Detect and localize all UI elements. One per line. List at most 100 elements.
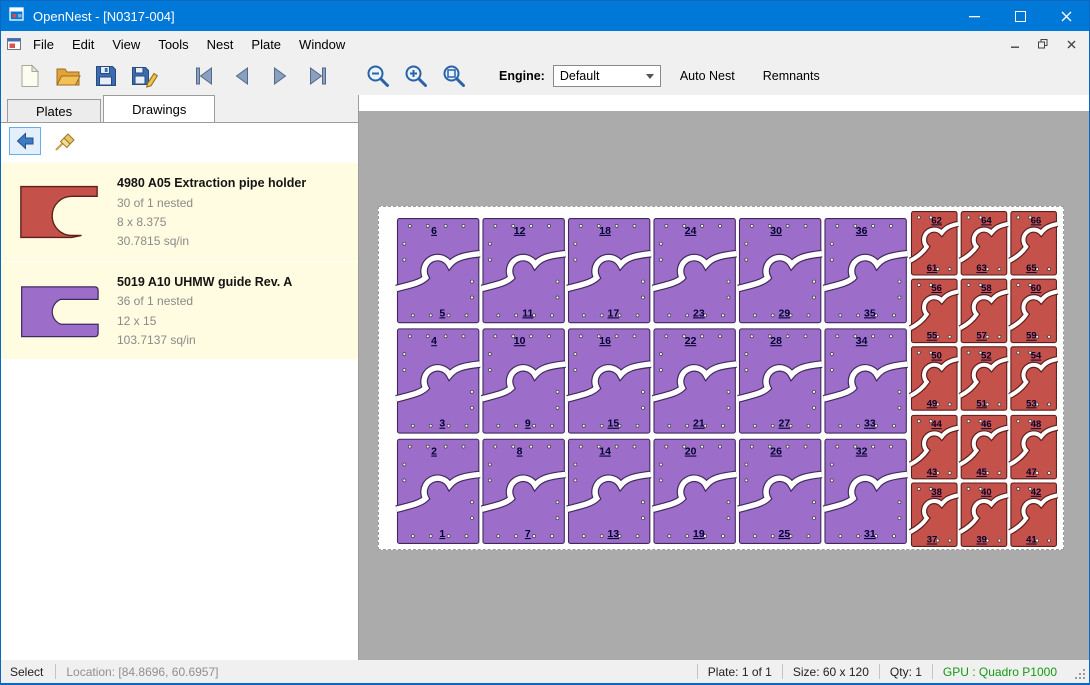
mdi-minimize-button[interactable] (1003, 34, 1027, 54)
part-cell[interactable]: 109 (482, 329, 566, 433)
menu-edit[interactable]: Edit (63, 33, 103, 56)
drawings-panel: 4980 A05 Extraction pipe holder 30 of 1 … (1, 122, 358, 660)
part-cell[interactable]: 65 (396, 219, 480, 323)
red-part-thumbnail (11, 171, 107, 251)
minimize-icon (969, 11, 980, 22)
save-button[interactable] (89, 60, 123, 92)
plate-drawing[interactable]: 6512111817242330293635431091615222128273… (379, 207, 1063, 549)
mdi-restore-button[interactable] (1031, 34, 1055, 54)
maximize-button[interactable] (997, 1, 1043, 31)
part-cell[interactable]: 21 (396, 439, 480, 543)
part-number: 30 (770, 226, 782, 237)
part-cell[interactable]: 4645 (960, 415, 1008, 478)
part-cell[interactable]: 1413 (567, 439, 651, 543)
drawing-list: 4980 A05 Extraction pipe holder 30 of 1 … (1, 163, 358, 660)
app-window: OpenNest - [N0317-004] File Edit View To… (0, 0, 1090, 685)
nav-next-button[interactable] (263, 60, 297, 92)
drawing-area: 103.7137 sq/in (117, 332, 292, 349)
status-gpu: GPU : Quadro P1000 (933, 665, 1067, 679)
part-cell[interactable]: 3433 (824, 329, 908, 433)
drawing-nested: 30 of 1 nested (117, 195, 306, 212)
new-file-icon (19, 64, 41, 88)
part-cell[interactable]: 3029 (738, 219, 822, 323)
remnants-button[interactable]: Remnants (754, 64, 829, 88)
maximize-icon (1015, 11, 1026, 22)
close-button[interactable] (1043, 1, 1089, 31)
minimize-button[interactable] (951, 1, 997, 31)
broom-button[interactable] (49, 127, 81, 155)
menu-nest[interactable]: Nest (198, 33, 243, 56)
part-cell[interactable]: 87 (482, 439, 566, 543)
part-number: 21 (693, 419, 705, 430)
drawing-title: 5019 A10 UHMW guide Rev. A (117, 274, 292, 292)
part-cell[interactable]: 2625 (738, 439, 822, 543)
resize-grip[interactable] (1073, 667, 1086, 683)
part-cell[interactable]: 4241 (1010, 483, 1058, 546)
part-number: 8 (517, 447, 523, 458)
engine-label: Engine: (499, 69, 545, 83)
part-cell[interactable]: 3837 (910, 483, 958, 546)
part-number: 16 (599, 336, 611, 347)
part-cell[interactable]: 5049 (910, 347, 958, 410)
part-cell[interactable]: 4443 (910, 415, 958, 478)
part-cell[interactable]: 3231 (824, 439, 908, 543)
part-cell[interactable]: 3635 (824, 219, 908, 323)
part-number: 15 (608, 419, 620, 430)
part-cell[interactable]: 2423 (653, 219, 737, 323)
part-number: 60 (1031, 283, 1042, 294)
part-cell[interactable]: 5251 (960, 347, 1008, 410)
part-cell[interactable]: 5857 (960, 279, 1008, 342)
nav-prev-button[interactable] (225, 60, 259, 92)
drawing-item-2[interactable]: 5019 A10 UHMW guide Rev. A 36 of 1 neste… (1, 262, 358, 361)
part-cell[interactable]: 5453 (1010, 347, 1058, 410)
part-cell[interactable]: 6463 (960, 212, 1008, 275)
menu-tools[interactable]: Tools (149, 33, 197, 56)
part-cell[interactable]: 1817 (567, 219, 651, 323)
menu-file[interactable]: File (24, 33, 63, 56)
back-arrow-button[interactable] (9, 127, 41, 155)
plate[interactable]: 6512111817242330293635431091615222128273… (378, 206, 1064, 550)
part-cell[interactable]: 2827 (738, 329, 822, 433)
nav-last-button[interactable] (301, 60, 335, 92)
part-number: 18 (599, 226, 611, 237)
engine-select[interactable]: Default (553, 65, 661, 87)
part-cell[interactable]: 4847 (1010, 415, 1058, 478)
part-cell[interactable]: 2019 (653, 439, 737, 543)
auto-nest-button[interactable]: Auto Nest (671, 64, 744, 88)
open-button[interactable] (51, 60, 85, 92)
part-cell[interactable]: 6261 (910, 212, 958, 275)
part-number: 35 (864, 308, 876, 319)
status-qty: Qty: 1 (880, 665, 932, 679)
part-cell[interactable]: 2221 (653, 329, 737, 433)
nest-canvas[interactable]: 6512111817242330293635431091615222128273… (359, 95, 1089, 660)
menu-window[interactable]: Window (290, 33, 354, 56)
part-number: 59 (1026, 331, 1037, 342)
part-cell[interactable]: 1615 (567, 329, 651, 433)
part-cell[interactable]: 5655 (910, 279, 958, 342)
nav-first-button[interactable] (187, 60, 221, 92)
tab-plates[interactable]: Plates (7, 99, 101, 122)
zoom-fit-button[interactable] (437, 60, 471, 92)
zoom-in-button[interactable] (399, 60, 433, 92)
part-cell[interactable]: 4039 (960, 483, 1008, 546)
mdi-close-button[interactable] (1059, 34, 1083, 54)
tab-drawings[interactable]: Drawings (103, 95, 215, 122)
menu-bar: File Edit View Tools Nest Plate Window (1, 31, 1089, 57)
part-number: 38 (931, 487, 942, 498)
part-number: 6 (431, 226, 437, 237)
part-cell[interactable]: 6665 (1010, 212, 1058, 275)
part-cell[interactable]: 1211 (482, 219, 566, 323)
part-cell[interactable]: 60 59 (1010, 279, 1058, 342)
zoom-out-button[interactable] (361, 60, 395, 92)
part-number: 46 (981, 419, 992, 430)
part-number: 40 (981, 487, 992, 498)
menu-view[interactable]: View (103, 33, 149, 56)
part-number: 3 (439, 419, 445, 430)
new-file-button[interactable] (13, 60, 47, 92)
drawing-item-1[interactable]: 4980 A05 Extraction pipe holder 30 of 1 … (1, 163, 358, 262)
menu-plate[interactable]: Plate (242, 33, 290, 56)
part-cell[interactable]: 43 (396, 329, 480, 433)
window-title: OpenNest - [N0317-004] (33, 9, 175, 24)
save-as-button[interactable] (127, 60, 161, 92)
drawing-size: 8 x 8.375 (117, 214, 306, 231)
